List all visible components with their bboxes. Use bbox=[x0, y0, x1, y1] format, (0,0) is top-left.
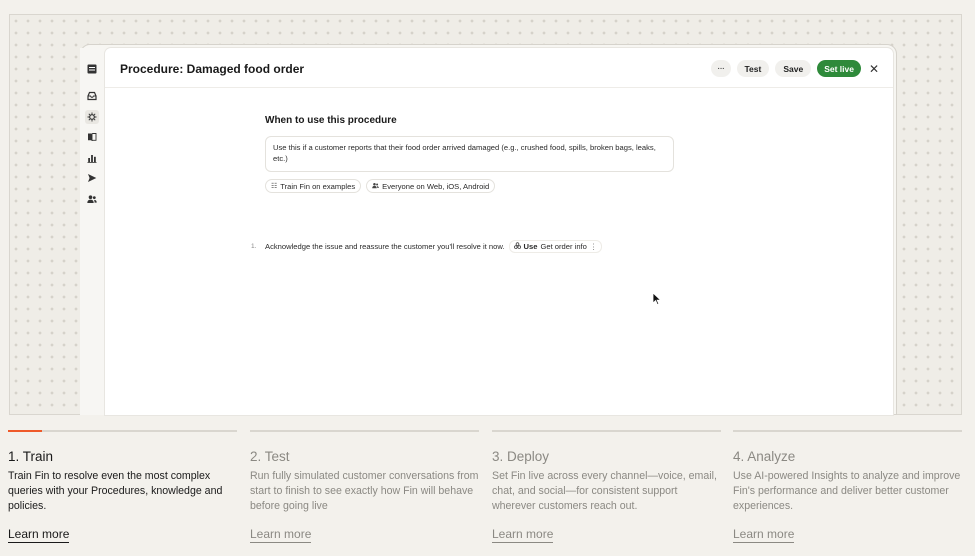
feature-test: 2. Test Run fully simulated customer con… bbox=[250, 430, 479, 543]
feature-title[interactable]: 4. Analyze bbox=[733, 449, 962, 464]
tool-chip[interactable]: Use Get order info ⋮ bbox=[508, 240, 603, 253]
learn-more-link[interactable]: Learn more bbox=[8, 527, 70, 543]
step-text: Acknowledge the issue and reassure the c… bbox=[265, 242, 505, 251]
tool-name: Get order info bbox=[540, 242, 587, 251]
procedure-step[interactable]: 1. Acknowledge the issue and reassure th… bbox=[251, 240, 603, 253]
when-to-use-textarea[interactable]: Use this if a customer reports that thei… bbox=[265, 136, 674, 172]
more-options-button[interactable]: ··· bbox=[710, 60, 731, 77]
feature-title[interactable]: 2. Test bbox=[250, 449, 479, 464]
book-icon[interactable] bbox=[85, 130, 99, 144]
learn-more-link[interactable]: Learn more bbox=[733, 527, 795, 543]
procedure-chips: ☷ Train Fin on examples Everyone on Web,… bbox=[265, 179, 496, 193]
step-number: 1. bbox=[251, 243, 257, 250]
audience-chip[interactable]: Everyone on Web, iOS, Android bbox=[366, 179, 496, 193]
procedure-editor: Procedure: Damaged food order ··· Test S… bbox=[105, 48, 893, 415]
tool-more-icon[interactable]: ⋮ bbox=[590, 242, 598, 251]
table-icon[interactable] bbox=[85, 62, 99, 76]
chip-label: Everyone on Web, iOS, Android bbox=[382, 181, 490, 191]
fin-ai-icon[interactable] bbox=[85, 109, 99, 124]
learn-more-link[interactable]: Learn more bbox=[250, 527, 312, 543]
feature-train: 1. Train Train Fin to resolve even the m… bbox=[8, 430, 237, 543]
tool-icon bbox=[513, 242, 521, 251]
feature-title[interactable]: 1. Train bbox=[8, 449, 237, 464]
chip-label: Train Fin on examples bbox=[280, 181, 356, 191]
learn-more-link[interactable]: Learn more bbox=[492, 527, 554, 543]
feature-description: Run fully simulated customer conversatio… bbox=[250, 470, 479, 513]
app-sidebar bbox=[80, 48, 104, 415]
chart-icon[interactable] bbox=[85, 151, 99, 165]
set-live-button[interactable]: Set live bbox=[817, 60, 861, 77]
page-title: Procedure: Damaged food order bbox=[120, 62, 305, 76]
test-button[interactable]: Test bbox=[736, 60, 770, 77]
feature-progress-bar bbox=[492, 430, 721, 432]
header-actions: ··· Test Save Set live ✕ bbox=[710, 60, 882, 77]
feature-progress-bar bbox=[250, 430, 479, 432]
feature-analyze: 4. Analyze Use AI-powered Insights to an… bbox=[733, 430, 962, 543]
when-to-use-heading: When to use this procedure bbox=[265, 115, 397, 126]
feature-description: Set Fin live across every channel—voice,… bbox=[492, 470, 717, 513]
tool-verb: Use bbox=[523, 242, 538, 251]
feature-deploy: 3. Deploy Set Fin live across every chan… bbox=[492, 430, 721, 543]
mouse-cursor-icon bbox=[652, 292, 662, 306]
close-icon[interactable]: ✕ bbox=[867, 62, 881, 76]
feature-description: Use AI-powered Insights to analyze and i… bbox=[733, 470, 961, 513]
save-button[interactable]: Save bbox=[775, 60, 812, 77]
feature-description: Train Fin to resolve even the most compl… bbox=[8, 470, 223, 513]
send-icon[interactable] bbox=[85, 171, 99, 185]
people-icon[interactable] bbox=[85, 192, 99, 206]
feature-progress-fill bbox=[8, 430, 43, 432]
train-examples-chip[interactable]: ☷ Train Fin on examples bbox=[265, 179, 362, 193]
people-icon bbox=[372, 182, 379, 191]
list-icon: ☷ bbox=[271, 183, 278, 190]
feature-title[interactable]: 3. Deploy bbox=[492, 449, 721, 464]
feature-progress-bar bbox=[733, 430, 962, 432]
inbox-icon[interactable] bbox=[85, 89, 99, 103]
feature-progress-bar bbox=[8, 430, 237, 432]
editor-header: Procedure: Damaged food order ··· Test S… bbox=[105, 48, 893, 88]
